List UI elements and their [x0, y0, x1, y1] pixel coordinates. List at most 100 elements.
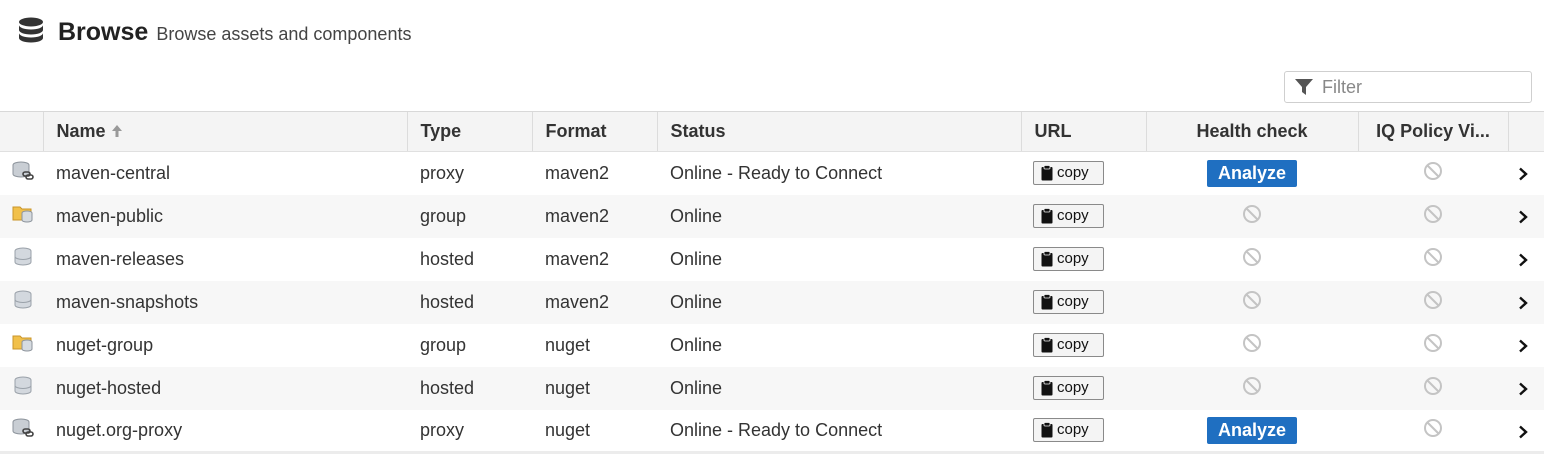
health-check-cell	[1146, 367, 1358, 410]
column-header-iq-policy[interactable]: IQ Policy Vi...	[1357, 111, 1508, 152]
repository-table: Name Type Format Status URL Health check…	[0, 111, 1544, 454]
copy-url-button[interactable]: copy	[1033, 375, 1104, 400]
copy-label: copy	[1057, 336, 1089, 353]
column-header-url[interactable]: URL	[1020, 111, 1146, 152]
database-icon	[18, 17, 44, 47]
proxy-repo-icon	[12, 418, 34, 438]
column-header-format[interactable]: Format	[531, 111, 657, 152]
health-check-cell: Analyze	[1146, 152, 1358, 195]
disabled-icon	[1242, 333, 1262, 353]
hosted-repo-icon	[12, 290, 34, 310]
health-check-cell	[1146, 281, 1358, 324]
copy-label: copy	[1057, 421, 1089, 439]
copy-url-button[interactable]: copy	[1033, 289, 1104, 314]
repository-name[interactable]: nuget.org-proxy	[43, 410, 407, 453]
repository-name[interactable]: maven-public	[43, 195, 407, 238]
repository-type: group	[420, 334, 467, 355]
disabled-icon	[1423, 290, 1443, 310]
chevron-right-icon[interactable]	[1518, 253, 1528, 267]
iq-policy-cell	[1358, 324, 1508, 367]
chevron-right-icon[interactable]	[1518, 339, 1528, 353]
hosted-repo-icon	[12, 247, 34, 267]
column-header-spacer	[1507, 111, 1544, 152]
chevron-right-icon[interactable]	[1518, 296, 1528, 310]
group-repo-icon	[12, 333, 34, 353]
table-row[interactable]: maven-snapshots hosted maven2 Online copy	[0, 280, 1544, 324]
health-check-cell	[1146, 238, 1358, 281]
disabled-icon	[1242, 376, 1262, 396]
disabled-icon	[1242, 290, 1262, 310]
chevron-right-icon[interactable]	[1518, 425, 1528, 439]
sort-ascending-icon	[111, 122, 123, 143]
page-header: Browse Browse assets and components	[18, 14, 411, 50]
repository-name[interactable]: maven-releases	[43, 238, 407, 281]
repository-type: proxy	[420, 162, 465, 183]
table-row[interactable]: nuget-hosted hosted nuget Online copy	[0, 366, 1544, 410]
column-header-name[interactable]: Name	[42, 111, 407, 152]
disabled-icon	[1242, 204, 1262, 224]
copy-label: copy	[1057, 207, 1089, 224]
chevron-right-icon[interactable]	[1518, 167, 1528, 181]
repository-status: Online - Ready to Connect	[670, 419, 883, 440]
copy-url-button[interactable]: copy	[1033, 332, 1104, 357]
group-repo-icon	[12, 204, 34, 224]
column-header-health-check[interactable]: Health check	[1145, 111, 1358, 152]
clipboard-icon	[1041, 293, 1053, 310]
health-check-cell	[1146, 324, 1358, 367]
repository-status: Online	[670, 334, 723, 355]
filter-box[interactable]	[1284, 71, 1532, 103]
table-row[interactable]: maven-public group maven2 Online copy	[0, 194, 1544, 238]
table-row[interactable]: maven-releases hosted maven2 Online copy	[0, 237, 1544, 281]
iq-policy-cell	[1358, 238, 1508, 281]
page-title: Browse	[58, 17, 149, 46]
column-header-status[interactable]: Status	[656, 111, 1021, 152]
repository-format: nuget	[545, 377, 591, 398]
clipboard-icon	[1041, 421, 1053, 438]
iq-policy-cell	[1358, 281, 1508, 324]
health-check-cell	[1146, 195, 1358, 238]
disabled-icon	[1242, 247, 1262, 267]
iq-policy-cell	[1358, 367, 1508, 410]
repository-status: Online - Ready to Connect	[670, 162, 883, 183]
table-row[interactable]: maven-central proxy maven2 Online - Ready t…	[0, 151, 1544, 195]
repository-format: nuget	[545, 334, 591, 355]
repository-type: hosted	[420, 291, 475, 312]
copy-url-button[interactable]: copy	[1033, 160, 1104, 185]
repository-status: Online	[670, 377, 723, 398]
repository-format: maven2	[545, 205, 610, 226]
copy-label: copy	[1057, 164, 1089, 182]
repository-format: maven2	[545, 162, 610, 183]
iq-policy-cell	[1358, 410, 1508, 453]
repository-status: Online	[670, 291, 723, 312]
repository-status: Online	[670, 205, 723, 226]
disabled-icon	[1423, 376, 1443, 396]
analyze-button[interactable]: Analyze	[1206, 159, 1298, 187]
table-row[interactable]: nuget-group group nuget Online copy	[0, 323, 1544, 367]
copy-url-button[interactable]: copy	[1033, 203, 1104, 228]
iq-policy-cell	[1358, 195, 1508, 238]
clipboard-icon	[1041, 164, 1053, 181]
copy-label: copy	[1057, 293, 1089, 310]
disabled-icon	[1423, 247, 1443, 267]
column-header-type[interactable]: Type	[406, 111, 532, 152]
repository-type: hosted	[420, 248, 475, 269]
repository-name[interactable]: nuget-group	[43, 324, 407, 367]
analyze-button[interactable]: Analyze	[1206, 416, 1298, 444]
repository-name[interactable]: maven-snapshots	[43, 281, 407, 324]
repository-format: maven2	[545, 248, 610, 269]
copy-url-button[interactable]: copy	[1033, 246, 1104, 271]
repository-name[interactable]: nuget-hosted	[43, 367, 407, 410]
filter-input[interactable]	[1322, 76, 1522, 98]
copy-url-button[interactable]: copy	[1033, 417, 1104, 442]
repository-name[interactable]: maven-central	[43, 152, 407, 195]
copy-label: copy	[1057, 379, 1089, 396]
table-row[interactable]: nuget.org-proxy proxy nuget Online - Ready …	[0, 409, 1544, 453]
health-check-cell: Analyze	[1146, 410, 1358, 453]
hosted-repo-icon	[12, 376, 34, 396]
chevron-right-icon[interactable]	[1518, 210, 1528, 224]
repository-format: nuget	[545, 419, 591, 440]
repository-type: proxy	[420, 419, 465, 440]
clipboard-icon	[1041, 379, 1053, 396]
clipboard-icon	[1041, 336, 1053, 353]
chevron-right-icon[interactable]	[1518, 382, 1528, 396]
